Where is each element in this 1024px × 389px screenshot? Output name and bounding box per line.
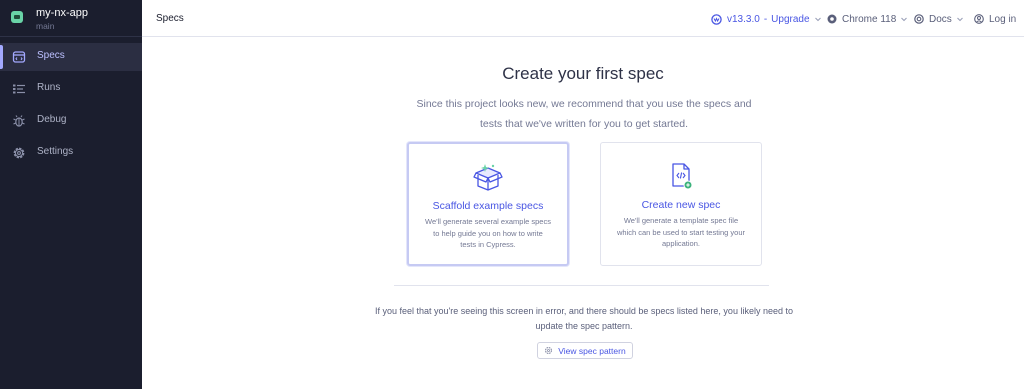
chevron-down-icon [814,17,821,22]
project-icon [11,11,23,23]
login-label: Log in [989,13,1017,25]
project-switcher[interactable]: my-nx-app main [0,0,142,37]
sidebar-item-settings[interactable]: Settings [0,139,142,167]
upgrade-link[interactable]: Upgrade [771,14,809,25]
card-title: Create new spec [641,199,721,211]
sidebar-item-debug[interactable]: Debug [0,107,142,135]
view-spec-pattern-label: View spec pattern [558,345,626,356]
card-description: We'll generate a template spec file whic… [617,216,745,248]
sidebar: my-nx-app main Specs Runs Debug Settings [0,0,142,389]
box-icon [473,164,503,191]
debug-icon [13,115,25,127]
browser-label: Chrome 118 [842,13,897,25]
specs-icon [12,51,26,63]
view-spec-pattern-button[interactable]: View spec pattern [537,342,633,359]
sidebar-item-label: Settings [37,146,74,157]
card-description: We'll generate several example specs to … [425,217,551,249]
page-title: Specs [156,13,184,24]
sidebar-item-runs[interactable]: Runs [0,75,142,103]
new-file-icon [672,163,693,190]
docs-lifebuoy-icon [914,14,924,24]
spec-pattern-hint: If you feel that you're seeing this scre… [375,306,793,331]
runs-icon [13,84,25,94]
main-title: Create your first spec [502,64,664,83]
project-branch: main [36,21,55,31]
browser-menu[interactable]: Chrome 118 [827,11,908,27]
sidebar-item-label: Runs [37,82,61,93]
docs-label: Docs [929,13,952,25]
chrome-icon [827,14,837,24]
version-number: v13.3.0 [727,13,760,25]
chevron-down-icon [956,17,963,22]
main-description: Since this project looks new, we recomme… [416,98,752,130]
sidebar-item-specs[interactable]: Specs [0,43,142,71]
settings-icon [13,147,25,159]
version-separator: - [763,13,768,25]
sidebar-item-label: Debug [37,114,67,125]
main-content: Create your first spec Since this projec… [142,37,1024,389]
project-name: my-nx-app [36,7,88,19]
user-icon [974,14,984,24]
cypress-version-icon [711,13,722,25]
scaffold-example-specs-card[interactable]: Scaffold example specs We'll generate se… [407,142,569,266]
docs-menu[interactable]: Docs [914,11,964,27]
gear-icon [545,346,553,355]
divider [394,285,769,286]
card-title: Scaffold example specs [432,200,544,212]
sidebar-item-label: Specs [37,50,65,61]
chevron-down-icon [901,17,908,22]
version-upgrade-menu[interactable]: v13.3.0 - Upgrade [711,11,822,27]
login-button[interactable]: Log in [974,11,1016,27]
top-header: Specs v13.3.0 - Upgrade Chrome 118 Docs [142,0,1024,37]
create-new-spec-card[interactable]: Create new spec We'll generate a templat… [600,142,762,266]
